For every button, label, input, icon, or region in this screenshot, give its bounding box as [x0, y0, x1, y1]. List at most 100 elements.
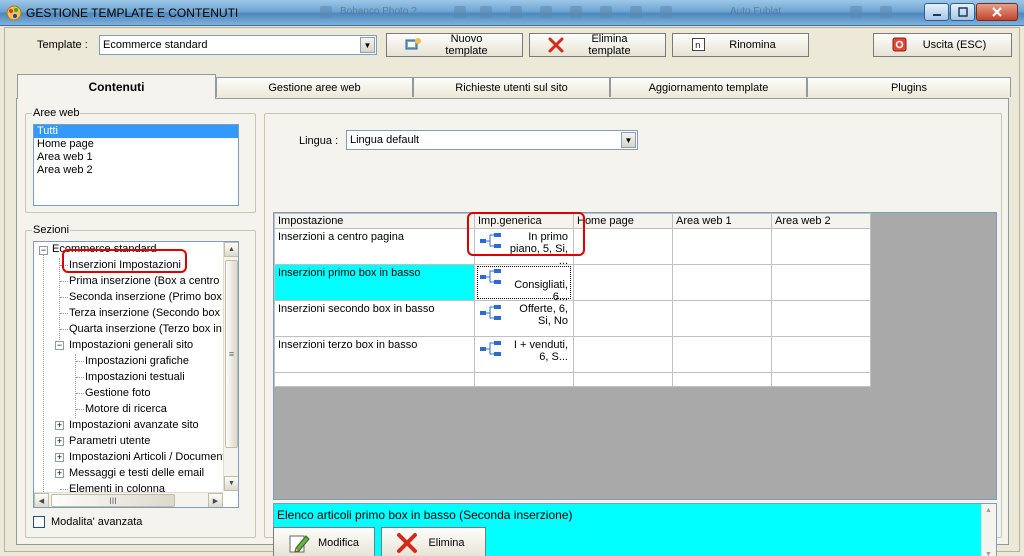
- title-bar: GESTIONE TEMPLATE E CONTENUTI Bohanco Ph…: [0, 0, 1024, 26]
- close-icon: [992, 7, 1002, 17]
- tree-node[interactable]: Gestione foto: [85, 385, 150, 401]
- cell-empty[interactable]: [573, 372, 673, 387]
- hierarchy-icon: [480, 269, 501, 284]
- cell-home-page[interactable]: [573, 336, 673, 373]
- cell-empty[interactable]: [771, 372, 871, 387]
- cell-generic[interactable]: Consigliati, 6...: [474, 264, 574, 303]
- advanced-mode-checkbox[interactable]: [33, 516, 45, 528]
- tree-node[interactable]: Impostazioni testuali: [85, 369, 185, 385]
- rename-label: Rinomina: [729, 39, 776, 51]
- modifica-button[interactable]: Modifica: [273, 527, 375, 556]
- cell-setting-name[interactable]: Inserzioni terzo box in basso: [274, 336, 475, 373]
- expand-icon[interactable]: +: [55, 437, 64, 446]
- template-combo[interactable]: Ecommerce standard ▼: [99, 35, 377, 55]
- scroll-thumb[interactable]: ≡: [225, 260, 238, 448]
- table-row-empty[interactable]: [274, 372, 871, 387]
- close-button[interactable]: [976, 3, 1018, 21]
- sezioni-title: Sezioni: [32, 224, 71, 236]
- new-template-button[interactable]: Nuovo template: [386, 33, 523, 57]
- list-item[interactable]: Tutti: [34, 125, 238, 138]
- cell-setting-name[interactable]: Inserzioni a centro pagina: [274, 228, 475, 265]
- tree-node[interactable]: Prima inserzione (Box a centro pa: [69, 273, 235, 289]
- col-header[interactable]: Impostazione: [274, 213, 475, 229]
- tree-node[interactable]: Impostazioni avanzate sito: [69, 417, 199, 433]
- rename-button[interactable]: n Rinomina: [672, 33, 809, 57]
- scroll-up-icon[interactable]: ▲: [224, 242, 238, 257]
- maximize-button[interactable]: [950, 3, 975, 21]
- tree-node[interactable]: Terza inserzione (Secondo box in: [69, 305, 232, 321]
- tree-line: [60, 329, 68, 330]
- table-row-selected[interactable]: Inserzioni primo box in basso Consigliat…: [274, 264, 871, 303]
- aree-web-group: Aree web Tutti Home page Area web 1 Area…: [25, 107, 256, 213]
- scroll-up-icon[interactable]: ▲: [985, 507, 992, 514]
- cell-home-page[interactable]: [573, 264, 673, 301]
- cell-setting-name[interactable]: Inserzioni secondo box in basso: [274, 300, 475, 337]
- collapse-icon[interactable]: −: [39, 246, 48, 255]
- rename-icon: n: [691, 37, 707, 53]
- cell-empty[interactable]: [274, 372, 475, 387]
- minimize-button[interactable]: [924, 3, 949, 21]
- expand-icon[interactable]: +: [55, 421, 64, 430]
- scroll-thumb[interactable]: III: [51, 494, 175, 507]
- cell-empty[interactable]: [474, 372, 574, 387]
- tab-gestione-aree-web[interactable]: Gestione aree web: [216, 77, 413, 97]
- lingua-combo[interactable]: Lingua default ▼: [346, 130, 638, 150]
- scroll-down-icon[interactable]: ▼: [985, 551, 992, 556]
- cell-area-web-1[interactable]: [672, 264, 772, 301]
- tab-contenuti[interactable]: Contenuti: [17, 74, 216, 99]
- scroll-left-icon[interactable]: ◀: [34, 493, 49, 507]
- tree-vertical-scrollbar[interactable]: ▲ ≡ ▼: [223, 242, 238, 491]
- elimina-button[interactable]: Elimina: [381, 527, 486, 556]
- aree-web-list[interactable]: Tutti Home page Area web 1 Area web 2: [33, 124, 239, 206]
- table-row[interactable]: Inserzioni terzo box in basso I + vendut…: [274, 336, 871, 373]
- list-item[interactable]: Area web 2: [34, 164, 238, 177]
- ghost-icon: [480, 6, 492, 18]
- cell-home-page[interactable]: [573, 300, 673, 337]
- tree-node[interactable]: Messaggi e testi delle email: [69, 465, 204, 481]
- tree-node[interactable]: Parametri utente: [69, 433, 150, 449]
- cell-setting-name[interactable]: Inserzioni primo box in basso: [274, 264, 475, 301]
- col-header[interactable]: Area web 1: [672, 213, 772, 229]
- collapse-icon[interactable]: −: [55, 341, 64, 350]
- table-row[interactable]: Inserzioni secondo box in basso Offerte,…: [274, 300, 871, 337]
- tree-node[interactable]: Seconda inserzione (Primo box in: [69, 289, 233, 305]
- cell-area-web-1[interactable]: [672, 228, 772, 265]
- tab-aggiornamento-template[interactable]: Aggiornamento template: [610, 77, 807, 97]
- cell-generic[interactable]: Offerte, 6, Si, No: [474, 300, 574, 337]
- cell-area-web-2[interactable]: [771, 264, 871, 301]
- tree-horizontal-scrollbar[interactable]: ◀ III ▶: [34, 492, 223, 507]
- tree-node[interactable]: Quarta inserzione (Terzo box in b: [69, 321, 231, 337]
- cell-home-page[interactable]: [573, 228, 673, 265]
- tab-panel-contenuti: Aree web Tutti Home page Area web 1 Area…: [16, 98, 1009, 556]
- cell-area-web-1[interactable]: [672, 336, 772, 373]
- expand-icon[interactable]: +: [55, 469, 64, 478]
- cell-area-web-2[interactable]: [771, 300, 871, 337]
- cell-empty[interactable]: [672, 372, 772, 387]
- col-header[interactable]: Home page: [573, 213, 673, 229]
- tab-plugins[interactable]: Plugins: [807, 77, 1011, 97]
- tree-node[interactable]: Impostazioni generali sito: [69, 337, 193, 353]
- scroll-right-icon[interactable]: ▶: [208, 493, 223, 507]
- memo-scrollbar[interactable]: ▲ ▼: [981, 504, 996, 556]
- scroll-down-icon[interactable]: ▼: [224, 476, 238, 491]
- cell-generic[interactable]: I + venduti, 6, S...: [474, 336, 574, 373]
- hierarchy-icon: [480, 305, 501, 320]
- cell-area-web-1[interactable]: [672, 300, 772, 337]
- tree-node[interactable]: Impostazioni Articoli / Documenti: [69, 449, 228, 465]
- cell-area-web-2[interactable]: [771, 228, 871, 265]
- sezioni-tree[interactable]: − Ecommerce standard Inserzioni Impostaz…: [33, 241, 239, 508]
- expand-icon[interactable]: +: [55, 453, 64, 462]
- list-item[interactable]: Home page: [34, 138, 238, 151]
- chevron-down-icon[interactable]: ▼: [360, 37, 375, 53]
- delete-template-button[interactable]: Elimina template: [529, 33, 666, 57]
- chevron-down-icon[interactable]: ▼: [621, 132, 636, 148]
- exit-button[interactable]: Uscita (ESC): [873, 33, 1012, 57]
- highlight-annotation: [467, 212, 585, 256]
- list-item[interactable]: Area web 1: [34, 151, 238, 164]
- tree-node[interactable]: Impostazioni grafiche: [85, 353, 189, 369]
- tab-richieste-utenti[interactable]: Richieste utenti sul sito: [413, 77, 610, 97]
- col-header[interactable]: Area web 2: [771, 213, 871, 229]
- tree-node[interactable]: Motore di ricerca: [85, 401, 167, 417]
- cell-area-web-2[interactable]: [771, 336, 871, 373]
- tree-line: [76, 409, 84, 410]
